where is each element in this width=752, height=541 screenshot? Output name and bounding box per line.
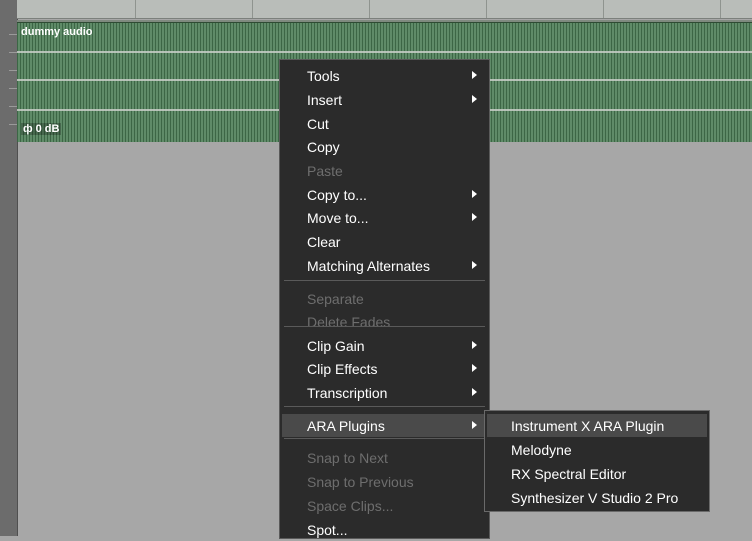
chevron-right-icon: [472, 421, 477, 429]
ruler-tick: [9, 106, 17, 107]
menu-item-transcription[interactable]: Transcription: [282, 381, 487, 404]
menu-item-cut[interactable]: Cut: [282, 112, 487, 135]
menu-item-clip-effects[interactable]: Clip Effects: [282, 357, 487, 380]
menu-item-move-to[interactable]: Move to...: [282, 206, 487, 229]
ara-plugin-label: Melodyne: [511, 441, 572, 458]
clip-name: dummy audio: [21, 26, 93, 38]
menu-item-copy-to[interactable]: Copy to...: [282, 183, 487, 206]
menu-item-spot[interactable]: Spot...: [282, 518, 487, 541]
track-header-strip: [0, 0, 18, 536]
menu-item-label: Move to...: [307, 209, 369, 226]
ara-plugin-label: Instrument X ARA Plugin: [511, 417, 665, 434]
menu-item-snap-to-next: Snap to Next: [282, 446, 487, 469]
ara-plugins-submenu: Instrument X ARA Plugin Melodyne RX Spectr…: [484, 410, 710, 512]
ruler-tick: [9, 34, 17, 35]
menu-item-label: Copy to...: [307, 186, 367, 203]
timeline-tick: [720, 0, 721, 18]
ara-plugin-label: Synthesizer V Studio 2 Pro: [511, 489, 679, 506]
clip-gain-indicator[interactable]: ф 0 dB: [21, 123, 62, 135]
ara-plugin-synthesizer-v-studio-2-pro[interactable]: Synthesizer V Studio 2 Pro: [487, 486, 707, 509]
menu-item-label: Clear: [307, 233, 341, 250]
menu-item-label: Clip Gain: [307, 337, 365, 354]
menu-item-paste: Paste: [282, 159, 487, 182]
timeline-tick: [603, 0, 604, 18]
ara-plugin-label: RX Spectral Editor: [511, 465, 627, 482]
timeline-tick: [252, 0, 253, 18]
menu-item-ara-plugins[interactable]: ARA Plugins: [282, 414, 487, 437]
menu-item-delete-fades: Delete Fades: [282, 310, 487, 333]
menu-item-snap-to-previous: Snap to Previous: [282, 470, 487, 493]
menu-item-label: Transcription: [307, 384, 388, 401]
menu-separator: [284, 406, 485, 407]
ruler-tick: [9, 70, 17, 71]
ara-plugin-rx-spectral-editor[interactable]: RX Spectral Editor: [487, 462, 707, 485]
chevron-right-icon: [472, 95, 477, 103]
chevron-right-icon: [472, 190, 477, 198]
menu-item-label: Space Clips...: [307, 497, 394, 514]
chevron-right-icon: [472, 71, 477, 79]
menu-item-label: ARA Plugins: [307, 417, 385, 434]
chevron-right-icon: [472, 364, 477, 372]
ruler-tick: [9, 52, 17, 53]
menu-item-label: Snap to Next: [307, 449, 388, 466]
menu-item-label: Tools: [307, 67, 340, 84]
menu-item-label: Paste: [307, 162, 343, 179]
menu-item-label: Snap to Previous: [307, 473, 414, 490]
menu-item-space-clips: Space Clips...: [282, 494, 487, 517]
menu-item-label: Separate: [307, 290, 364, 307]
gain-fader-icon: ф: [23, 123, 33, 135]
menu-separator: [284, 438, 485, 439]
timeline-tick: [135, 0, 136, 18]
clip-context-menu: Tools Insert Cut Copy Paste Copy to... Move to…: [279, 59, 490, 539]
menu-item-clear[interactable]: Clear: [282, 230, 487, 253]
menu-item-clip-gain[interactable]: Clip Gain: [282, 334, 487, 357]
ara-plugin-instrument-x-ara-plugin[interactable]: Instrument X ARA Plugin: [487, 414, 707, 437]
chevron-right-icon: [472, 341, 477, 349]
ruler-tick: [9, 88, 17, 89]
menu-item-label: Cut: [307, 115, 329, 132]
menu-separator: [284, 326, 485, 327]
menu-item-tools[interactable]: Tools: [282, 64, 487, 87]
chevron-right-icon: [472, 213, 477, 221]
timeline-tick: [369, 0, 370, 18]
ara-plugin-melodyne[interactable]: Melodyne: [487, 438, 707, 461]
menu-item-separate: Separate: [282, 287, 487, 310]
menu-item-label: Spot...: [307, 521, 348, 538]
menu-item-insert[interactable]: Insert: [282, 88, 487, 111]
chevron-right-icon: [472, 388, 477, 396]
menu-separator: [284, 280, 485, 281]
timeline-ruler[interactable]: [17, 0, 752, 19]
timeline-tick: [486, 0, 487, 18]
menu-item-label: Insert: [307, 91, 343, 108]
ruler-tick: [9, 124, 17, 125]
menu-item-label: Delete Fades: [307, 313, 391, 330]
menu-item-copy[interactable]: Copy: [282, 135, 487, 158]
menu-item-label: Copy: [307, 138, 340, 155]
menu-item-label: Matching Alternates: [307, 257, 430, 274]
clip-gain-value: 0 dB: [35, 123, 60, 135]
menu-item-label: Clip Effects: [307, 360, 378, 377]
menu-item-matching-alternates[interactable]: Matching Alternates: [282, 254, 487, 277]
chevron-right-icon: [472, 261, 477, 269]
lane-divider: [17, 51, 752, 53]
